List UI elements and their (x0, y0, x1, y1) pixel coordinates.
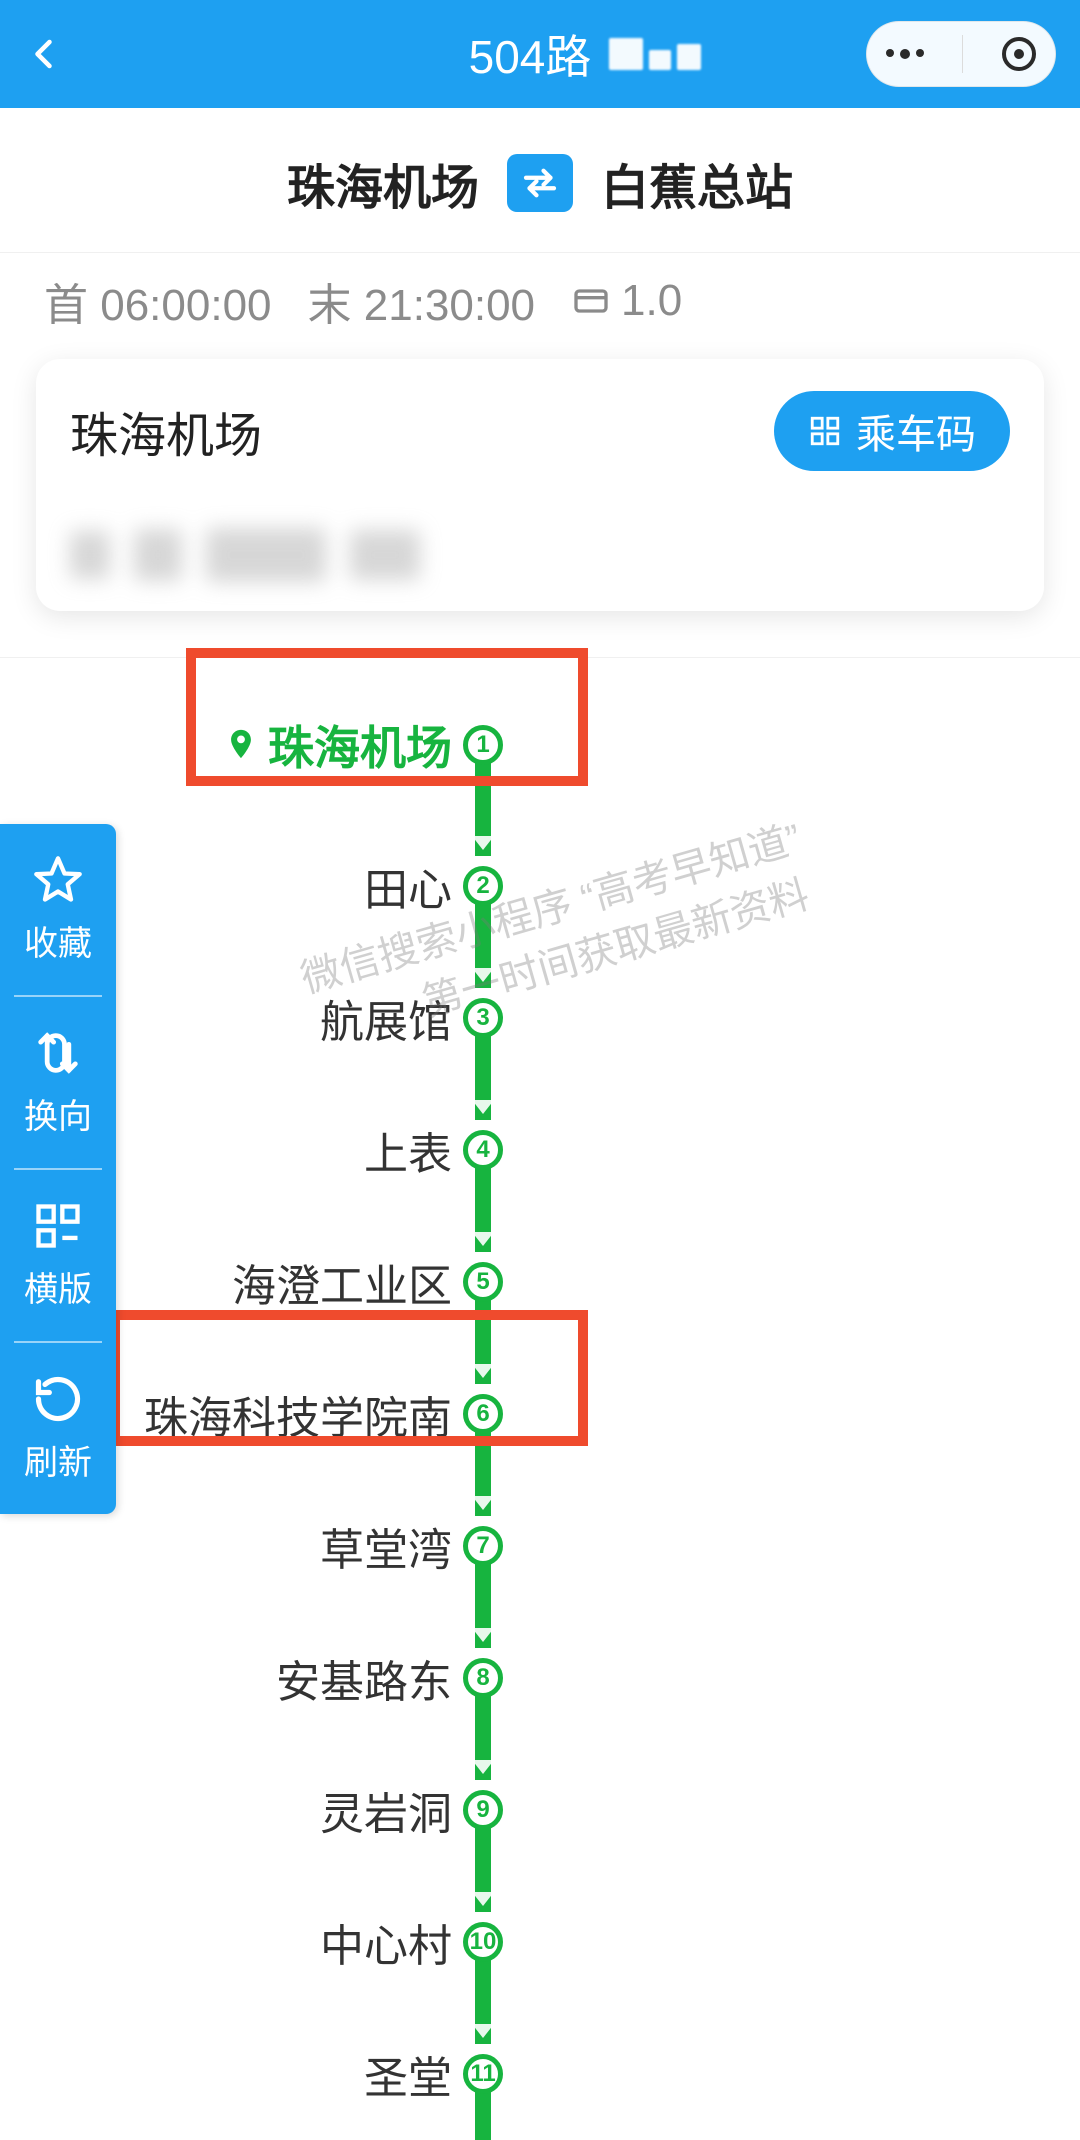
line-segment (475, 1156, 491, 1252)
route-title: 504路 (469, 21, 592, 87)
highlight-box-2 (110, 1310, 588, 1446)
stop-name: 安基路东 (276, 1646, 452, 1710)
route-banner: 珠海机场 白蕉总站 (0, 108, 1080, 252)
stop-row[interactable]: 安基路东 8 (0, 1612, 1080, 1744)
side-toolbar: 收藏 换向 横版 刷新 (0, 824, 116, 1514)
sidebar-item-label: 横版 (24, 1262, 92, 1311)
stop-name: 航展馆 (320, 986, 452, 1050)
line-segment (475, 1552, 491, 1648)
stop-name: 上表 (364, 1118, 452, 1182)
line-segment (475, 892, 491, 988)
stop-node: 2 (463, 866, 503, 906)
ride-code-button[interactable]: 乘车码 (774, 391, 1010, 471)
last-bus: 末 21:30:00 (308, 269, 536, 333)
miniapp-capsule[interactable] (866, 21, 1056, 87)
title-decor-icon (609, 38, 701, 70)
highlight-box-1 (186, 648, 588, 786)
stop-name: 中心村 (320, 1910, 452, 1974)
first-bus: 首 06:00:00 (44, 269, 272, 333)
header: 504路 (0, 0, 1080, 108)
stop-node: 7 (463, 1526, 503, 1566)
stops-list: 珠海机场1田心2航展馆3上表4海澄工业区5珠海科技学院南6草堂湾7安基路东8灵岩… (0, 657, 1080, 2140)
route-from: 珠海机场 (287, 148, 479, 218)
sidebar-item-label: 换向 (24, 1089, 92, 1138)
line-segment (475, 1684, 491, 1780)
sidebar-refresh[interactable]: 刷新 (0, 1343, 116, 1514)
stop-node: 11 (463, 2054, 503, 2094)
route-to: 白蕉总站 (601, 148, 793, 218)
stop-row[interactable]: 航展馆 3 (0, 952, 1080, 1084)
stop-row[interactable]: 中心村 10 (0, 1876, 1080, 2008)
stop-row[interactable]: 圣堂 11 (0, 2008, 1080, 2140)
stop-name: 草堂湾 (320, 1514, 452, 1578)
sidebar-item-label: 收藏 (24, 916, 92, 965)
stop-row[interactable]: 上表 4 (0, 1084, 1080, 1216)
sidebar-reverse[interactable]: 换向 (0, 997, 116, 1168)
stop-node: 3 (463, 998, 503, 1038)
swap-direction-button[interactable] (507, 154, 573, 212)
card-station: 珠海机场 (70, 396, 262, 466)
back-button[interactable] (0, 0, 90, 108)
sidebar-favorite[interactable]: 收藏 (0, 824, 116, 995)
sidebar-horizontal[interactable]: 横版 (0, 1170, 116, 1341)
close-miniapp-icon[interactable] (1002, 37, 1036, 71)
sidebar-item-label: 刷新 (24, 1435, 92, 1484)
line-segment (475, 1816, 491, 1912)
stop-node: 5 (463, 1262, 503, 1302)
stop-row[interactable]: 草堂湾 7 (0, 1480, 1080, 1612)
blurred-info (70, 525, 1010, 585)
stop-name: 田心 (364, 854, 452, 918)
stop-node: 10 (463, 1922, 503, 1962)
stop-node: 4 (463, 1130, 503, 1170)
stop-node: 8 (463, 1658, 503, 1698)
fare: 1.0 (571, 276, 682, 326)
ride-code-label: 乘车码 (856, 402, 976, 460)
stop-row[interactable]: 田心 2 (0, 820, 1080, 952)
stop-node: 9 (463, 1790, 503, 1830)
schedule-line: 首 06:00:00 末 21:30:00 1.0 (0, 252, 1080, 359)
stop-row[interactable]: 灵岩洞 9 (0, 1744, 1080, 1876)
menu-icon[interactable] (886, 49, 924, 59)
card-area: 珠海机场 乘车码 (0, 359, 1080, 657)
stop-name: 海澄工业区 (232, 1250, 452, 1314)
line-segment (475, 1024, 491, 1120)
stop-name: 圣堂 (364, 2042, 452, 2106)
stop-name: 灵岩洞 (320, 1778, 452, 1842)
current-station-card: 珠海机场 乘车码 (36, 359, 1044, 611)
line-segment (475, 1948, 491, 2044)
